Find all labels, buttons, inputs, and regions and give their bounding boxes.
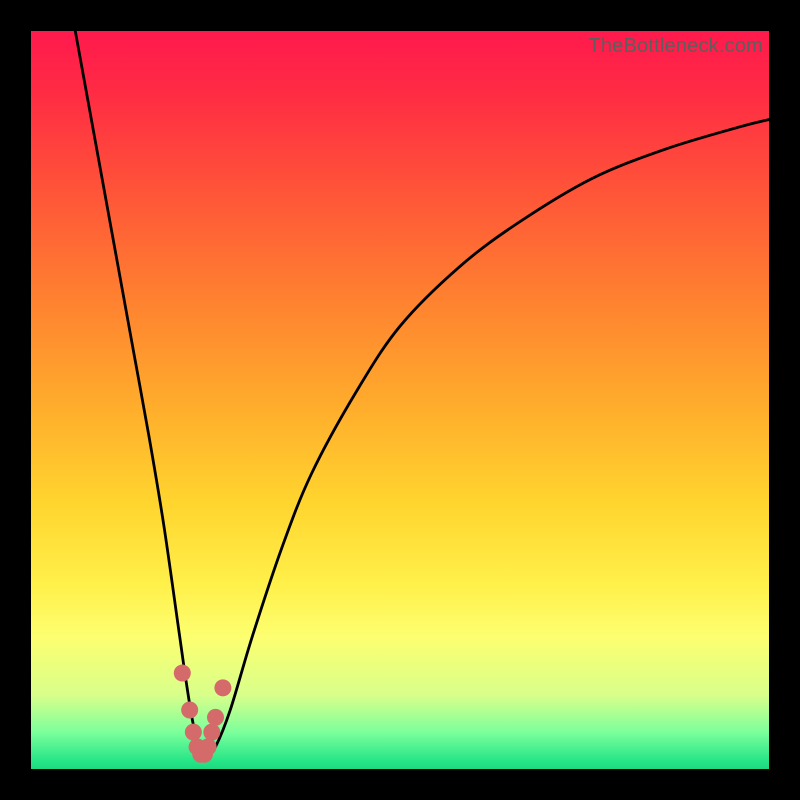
highlight-dot — [203, 724, 220, 741]
outer-frame: TheBottleneck.com — [0, 0, 800, 800]
curve-layer — [31, 31, 769, 769]
highlight-dots — [174, 665, 232, 763]
highlight-dot — [181, 701, 198, 718]
main-curve — [75, 31, 769, 754]
highlight-dot — [207, 709, 224, 726]
highlight-dot — [214, 679, 231, 696]
highlight-dot — [200, 738, 217, 755]
highlight-dot — [174, 665, 191, 682]
highlight-dot — [185, 724, 202, 741]
plot-area: TheBottleneck.com — [31, 31, 769, 769]
